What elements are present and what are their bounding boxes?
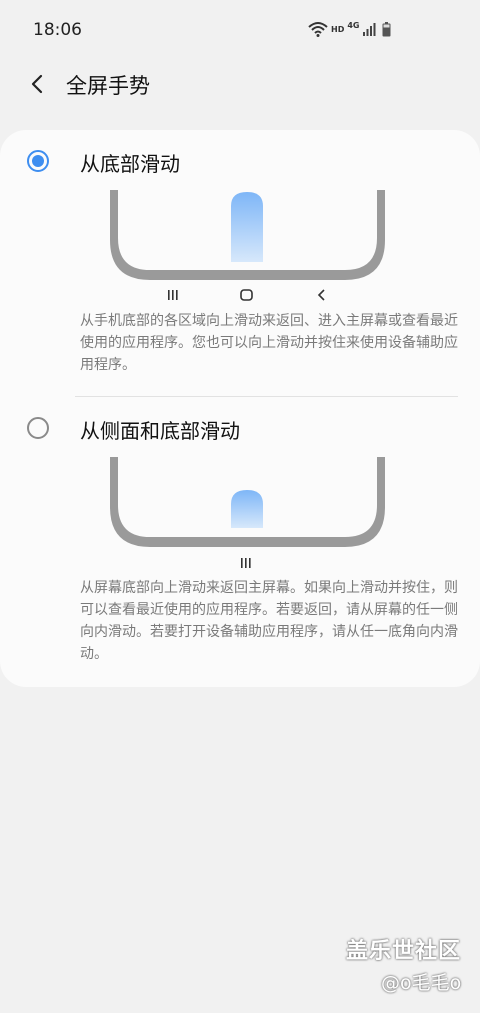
home-nav-icon [240,289,253,301]
wifi-icon [308,22,328,37]
radio-button-selected[interactable] [27,150,49,172]
back-nav-icon [317,289,325,301]
option-description: 从手机底部的各区域向上滑动来返回、进入主屏幕或查看最近使用的应用程序。您也可以向… [80,313,458,373]
status-bar: 18:06 HD 4G [0,0,480,60]
hd-indicator: HD [331,24,345,34]
watermark-user: @o毛毛o [381,972,462,994]
app-bar: 全屏手势 [0,60,480,110]
phone-gesture-illustration [110,457,385,568]
gesture-hint-icon [241,558,251,568]
option-swipe-from-sides-and-bottom[interactable]: 从侧面和底部滑动 从屏幕底部向上滑动来返回主屏幕。如果向上滑动并按住，则可以查看… [0,397,480,687]
gesture-options-card: 从底部滑动 从手机底部的各区域向上滑动来返回、进入主屏幕或查看最近使用的应用程序… [0,130,480,687]
back-arrow-icon[interactable] [26,72,50,96]
option-label: 从侧面和底部滑动 [80,419,240,443]
page-title: 全屏手势 [66,74,150,98]
status-icons: HD 4G [308,20,391,38]
signal-icon [363,23,376,36]
battery-icon [382,21,391,36]
radio-button-unselected[interactable] [27,417,49,439]
phone-bottom-illustration [110,190,385,301]
watermark-site: 盖乐世社区 [346,939,462,964]
option-swipe-from-bottom[interactable]: 从底部滑动 从手机底部的各区域向上滑动来返回、进入主屏幕或查看最近使用的应用程序… [0,130,480,396]
option-description: 从屏幕底部向上滑动来返回主屏幕。如果向上滑动并按住，则可以查看最近使用的应用程序… [80,580,458,662]
recents-nav-icon [168,290,178,300]
option-label: 从底部滑动 [80,152,180,176]
status-time: 18:06 [33,20,82,40]
network-type: 4G [347,20,360,30]
